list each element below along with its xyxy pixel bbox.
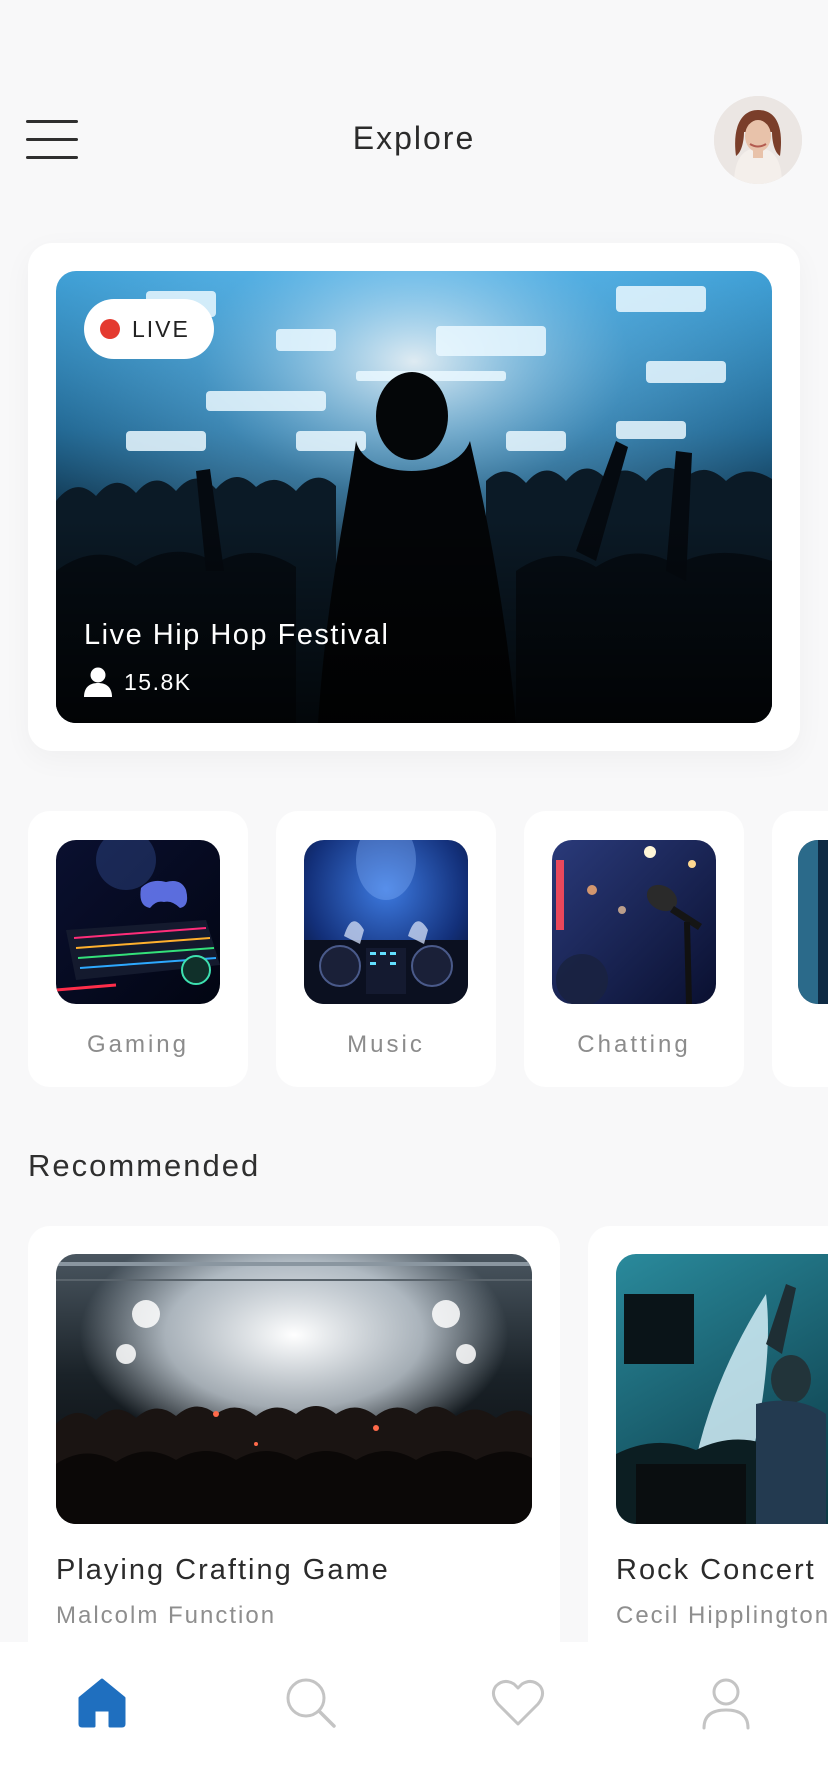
featured-live-card: LIVE Live Hip Hop Festival 15.8K [28,243,800,751]
recommended-thumbnail [56,1254,532,1524]
viewer-count: 15.8K [84,667,192,697]
home-icon[interactable] [72,1672,132,1732]
explore-screen: Explore LIVE Live Hip Hop Festival 15.8K… [0,0,828,1792]
recommended-author: Cecil Hipplington [616,1602,828,1629]
recommended-item[interactable]: Playing Crafting Game Malcolm Function [28,1226,560,1666]
category-label: Chatting [577,1031,691,1058]
category-gaming[interactable]: Gaming [28,811,248,1087]
live-dot-icon [100,319,120,339]
category-more[interactable] [772,811,828,1087]
recommended-item[interactable]: Rock Concert Cecil Hipplington [588,1226,828,1666]
section-title-recommended: Recommended [28,1148,261,1183]
user-avatar[interactable] [714,96,802,184]
recommended-title: Rock Concert [616,1554,816,1586]
recommended-thumbnail [616,1254,828,1524]
profile-icon[interactable] [696,1672,756,1732]
category-label: Gaming [86,1031,190,1058]
live-badge: LIVE [84,299,214,359]
bottom-navigation [0,1642,828,1792]
more-category-image [798,840,828,1004]
chatting-image [552,840,716,1004]
search-icon[interactable] [280,1672,340,1732]
category-label: Music [347,1031,425,1058]
live-label: LIVE [132,315,190,342]
heart-icon[interactable] [488,1672,548,1732]
gaming-image [56,840,220,1004]
page-title: Explore [352,120,476,156]
header: Explore [0,92,828,188]
featured-title: Live Hip Hop Festival [84,619,390,651]
category-chatting[interactable]: Chatting [524,811,744,1087]
music-image [304,840,468,1004]
person-icon [84,667,112,697]
featured-live-stream[interactable]: LIVE Live Hip Hop Festival 15.8K [56,271,772,723]
viewer-count-value: 15.8K [124,668,192,695]
category-music[interactable]: Music [276,811,496,1087]
recommended-author: Malcolm Function [56,1602,277,1629]
recommended-title: Playing Crafting Game [56,1554,390,1586]
